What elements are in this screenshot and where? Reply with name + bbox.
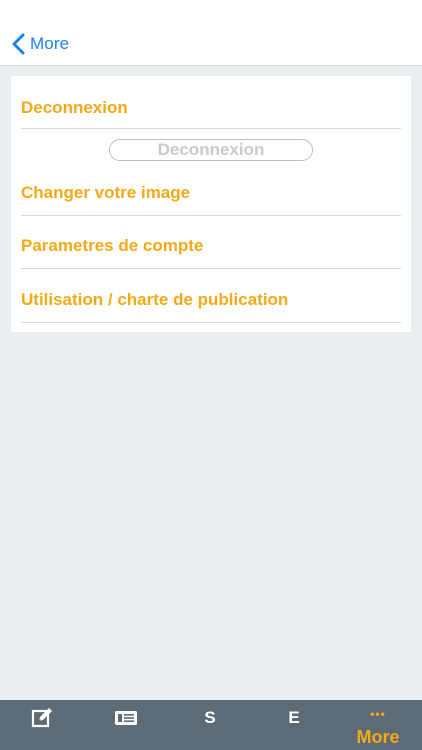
menu-item-change-image[interactable]: Changer votre image	[21, 171, 401, 216]
tab-more-label: More	[356, 727, 400, 747]
chevron-left-icon	[12, 33, 25, 55]
news-list-icon	[84, 706, 168, 730]
more-dots-icon: •••	[370, 707, 386, 721]
tab-e-label: E	[288, 708, 300, 727]
menu-item-label: Deconnexion	[21, 98, 128, 117]
back-button-label: More	[30, 34, 70, 53]
menu-item-publication-charter[interactable]: Utilisation / charte de publication	[21, 278, 401, 323]
more-icon-area: •••	[336, 702, 420, 726]
edit-icon	[0, 706, 84, 730]
settings-menu-card: Deconnexion Deconnexion Changer votre im…	[11, 76, 411, 332]
tab-s-icon-area: S	[168, 706, 252, 730]
menu-item-account-settings[interactable]: Parametres de compte	[21, 224, 401, 269]
tab-e-icon-area: E	[252, 706, 336, 730]
tab-s-label: S	[204, 708, 216, 727]
tab-e[interactable]: E	[252, 700, 336, 750]
tab-news[interactable]	[84, 700, 168, 750]
menu-item-deconnexion[interactable]: Deconnexion	[21, 88, 401, 129]
navigation-bar: More	[0, 0, 422, 66]
menu-item-label: Parametres de compte	[21, 236, 204, 255]
menu-item-label: Changer votre image	[21, 183, 191, 202]
tab-more[interactable]: ••• More	[336, 700, 420, 750]
tab-edit[interactable]	[0, 700, 84, 750]
back-button[interactable]: More	[12, 30, 69, 58]
logout-button[interactable]: Deconnexion	[109, 139, 313, 161]
menu-item-label: Utilisation / charte de publication	[21, 290, 289, 309]
tab-s[interactable]: S	[168, 700, 252, 750]
tab-bar: S E ••• More	[0, 700, 422, 750]
